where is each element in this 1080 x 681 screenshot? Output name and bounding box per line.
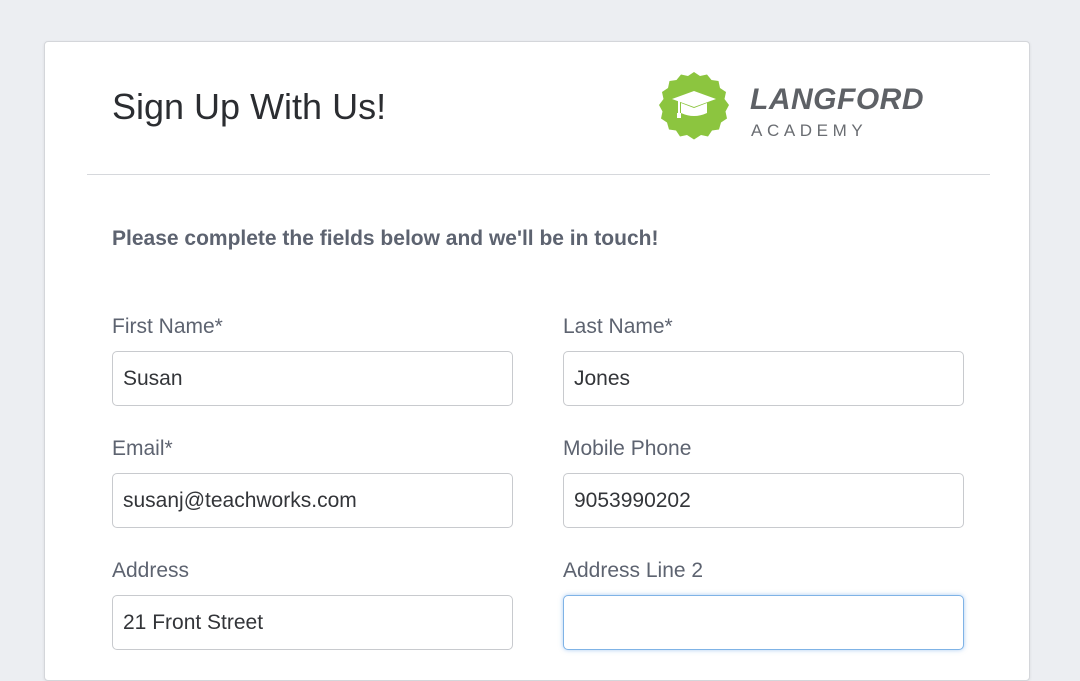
address-line-2-input[interactable] xyxy=(563,595,964,650)
address-label: Address xyxy=(112,559,190,582)
form-intro: Please complete the fields below and we'… xyxy=(112,227,659,250)
last-name-input[interactable] xyxy=(563,351,964,406)
address-line-2-label: Address Line 2 xyxy=(563,559,704,582)
signup-card: Sign Up With Us! LANGFORD ACADEMY Please… xyxy=(44,41,1030,681)
address-input[interactable] xyxy=(112,595,513,650)
header-divider xyxy=(87,174,990,175)
mobile-phone-label: Mobile Phone xyxy=(563,437,692,460)
first-name-label: First Name* xyxy=(112,315,223,338)
email-input[interactable] xyxy=(112,473,513,528)
graduation-cap-icon xyxy=(659,72,729,140)
logo-subtitle: ACADEMY xyxy=(751,121,868,140)
mobile-phone-input[interactable] xyxy=(563,473,964,528)
langford-academy-logo: LANGFORD ACADEMY xyxy=(657,71,937,145)
page-title: Sign Up With Us! xyxy=(112,86,387,127)
logo-name: LANGFORD xyxy=(750,83,924,116)
email-label: Email* xyxy=(112,437,173,460)
first-name-input[interactable] xyxy=(112,351,513,406)
last-name-label: Last Name* xyxy=(563,315,673,338)
